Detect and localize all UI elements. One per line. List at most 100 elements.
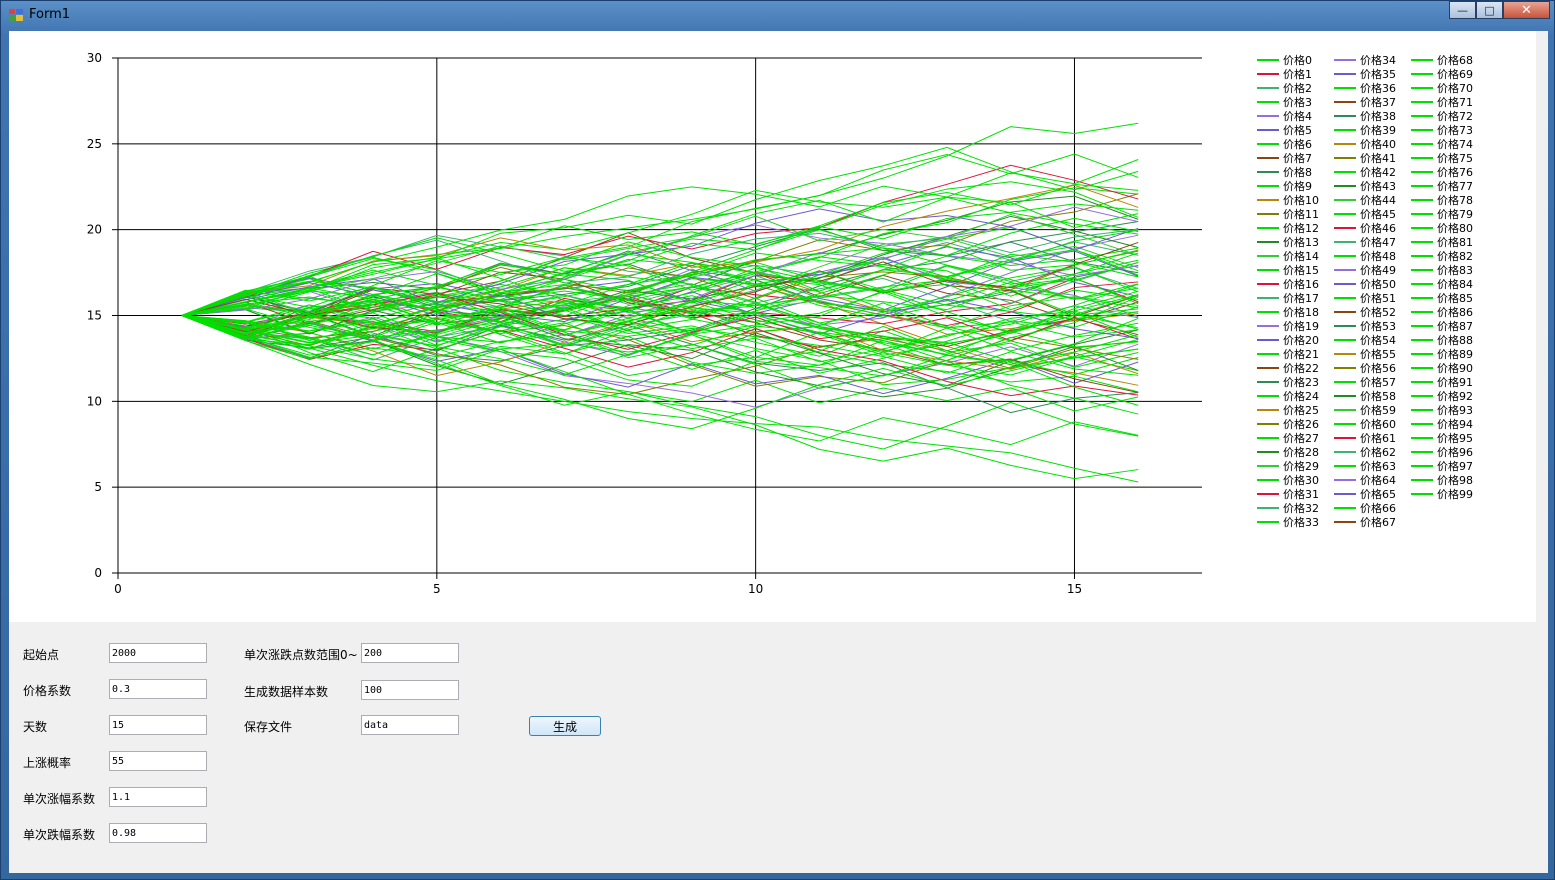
legend-label: 价格2 (1283, 81, 1312, 95)
legend-label: 价格78 (1437, 193, 1473, 207)
legend-label: 价格44 (1360, 193, 1396, 207)
legend-label: 价格52 (1360, 305, 1396, 319)
field-input-right-2[interactable] (361, 715, 459, 735)
legend-label: 价格13 (1283, 235, 1319, 249)
legend-label: 价格28 (1283, 445, 1319, 459)
app-icon (9, 9, 23, 21)
legend-label: 价格42 (1360, 165, 1396, 179)
legend-label: 价格87 (1437, 319, 1473, 333)
legend-label: 价格30 (1283, 473, 1319, 487)
legend-label: 价格81 (1437, 235, 1473, 249)
legend-label: 价格73 (1437, 123, 1473, 137)
legend-label: 价格56 (1360, 361, 1396, 375)
legend-label: 价格11 (1283, 207, 1319, 221)
legend-label: 价格26 (1283, 417, 1319, 431)
y-tick-label: 30 (87, 51, 102, 65)
y-tick-label: 5 (94, 480, 102, 494)
legend-label: 价格19 (1283, 319, 1319, 333)
legend-label: 价格77 (1437, 179, 1473, 193)
legend-label: 价格68 (1437, 53, 1473, 67)
field-label-right-2: 保存文件 (244, 720, 293, 734)
legend-label: 价格94 (1437, 417, 1473, 431)
legend-label: 价格66 (1360, 501, 1396, 515)
legend-label: 价格8 (1283, 165, 1312, 179)
field-input-left-4[interactable] (109, 787, 207, 807)
legend-label: 价格12 (1283, 221, 1319, 235)
legend-label: 价格54 (1360, 333, 1396, 347)
maximize-button[interactable]: □ (1476, 1, 1503, 19)
legend-label: 价格4 (1283, 109, 1312, 123)
legend-label: 价格84 (1437, 277, 1473, 291)
legend-label: 价格72 (1437, 109, 1473, 123)
legend-label: 价格95 (1437, 431, 1473, 445)
field-input-right-0[interactable] (361, 643, 459, 663)
y-tick-label: 0 (94, 566, 102, 580)
legend-label: 价格89 (1437, 347, 1473, 361)
field-input-right-1[interactable] (361, 680, 459, 700)
legend-label: 价格46 (1360, 221, 1396, 235)
field-input-left-0[interactable] (109, 643, 207, 663)
legend-label: 价格36 (1360, 81, 1396, 95)
legend-label: 价格51 (1360, 291, 1396, 305)
legend-label: 价格59 (1360, 403, 1396, 417)
generate-button[interactable]: 生成 (529, 716, 601, 736)
minimize-icon: — (1457, 3, 1468, 17)
legend-label: 价格96 (1437, 445, 1473, 459)
x-tick-label: 0 (114, 582, 122, 596)
field-input-left-3[interactable] (109, 751, 207, 771)
maximize-icon: □ (1484, 3, 1495, 17)
minimize-button[interactable]: — (1449, 1, 1476, 19)
legend-label: 价格38 (1360, 109, 1396, 123)
y-tick-label: 10 (87, 394, 102, 408)
legend-label: 价格29 (1283, 459, 1319, 473)
window-controls: — □ ✕ (1449, 1, 1550, 21)
x-tick-label: 5 (433, 582, 441, 596)
legend-label: 价格40 (1360, 137, 1396, 151)
legend-label: 价格39 (1360, 123, 1396, 137)
field-input-left-2[interactable] (109, 715, 207, 735)
legend-label: 价格92 (1437, 389, 1473, 403)
legend-label: 价格20 (1283, 333, 1319, 347)
form-client-area: 0 5 10 15 20 25 30 0 5 10 15 价格0 价格1 价格2 价格3 价格4 价格5 价格6 价… (9, 31, 1548, 873)
close-icon: ✕ (1521, 2, 1532, 18)
legend-label: 价格93 (1437, 403, 1473, 417)
legend-label: 价格3 (1283, 95, 1312, 109)
legend-label: 价格16 (1283, 277, 1319, 291)
legend-label: 价格86 (1437, 305, 1473, 319)
field-input-left-1[interactable] (109, 679, 207, 699)
series-line (181, 164, 1139, 316)
close-button[interactable]: ✕ (1503, 1, 1550, 19)
legend-label: 价格18 (1283, 305, 1319, 319)
legend-label: 价格32 (1283, 501, 1319, 515)
window-title: Form1 (29, 7, 71, 22)
legend-label: 价格25 (1283, 403, 1319, 417)
legend-label: 价格55 (1360, 347, 1396, 361)
field-input-left-5[interactable] (109, 823, 207, 843)
legend-label: 价格5 (1283, 123, 1312, 137)
legend-label: 价格97 (1437, 459, 1473, 473)
price-chart: 0510152025300 5 10 15价格0价格1价格2价格3价格4价格5价格6价… (87, 51, 1473, 596)
legend-label: 价格53 (1360, 319, 1396, 333)
y-tick-label: 15 (87, 309, 102, 323)
field-label-left-4: 单次涨幅系数 (23, 792, 96, 806)
legend-label: 价格43 (1360, 179, 1396, 193)
legend-label: 价格1 (1283, 67, 1312, 81)
legend-label: 价格91 (1437, 375, 1473, 389)
legend-label: 价格6 (1283, 137, 1312, 151)
legend-label: 价格98 (1437, 473, 1473, 487)
legend-label: 价格37 (1360, 95, 1396, 109)
field-label-left-5: 单次跌幅系数 (23, 828, 96, 842)
legend-label: 价格48 (1360, 249, 1396, 263)
field-label-left-1: 价格系数 (23, 684, 72, 698)
legend-label: 价格64 (1360, 473, 1396, 487)
legend-label: 价格21 (1283, 347, 1319, 361)
legend-label: 价格9 (1283, 179, 1312, 193)
title-bar[interactable]: Form1 — □ ✕ (1, 1, 1554, 31)
legend-label: 价格62 (1360, 445, 1396, 459)
legend-label: 价格34 (1360, 53, 1396, 67)
legend-label: 价格49 (1360, 263, 1396, 277)
legend-label: 价格80 (1437, 221, 1473, 235)
legend-label: 价格22 (1283, 361, 1319, 375)
legend-label: 价格79 (1437, 207, 1473, 221)
legend-label: 价格65 (1360, 487, 1396, 501)
